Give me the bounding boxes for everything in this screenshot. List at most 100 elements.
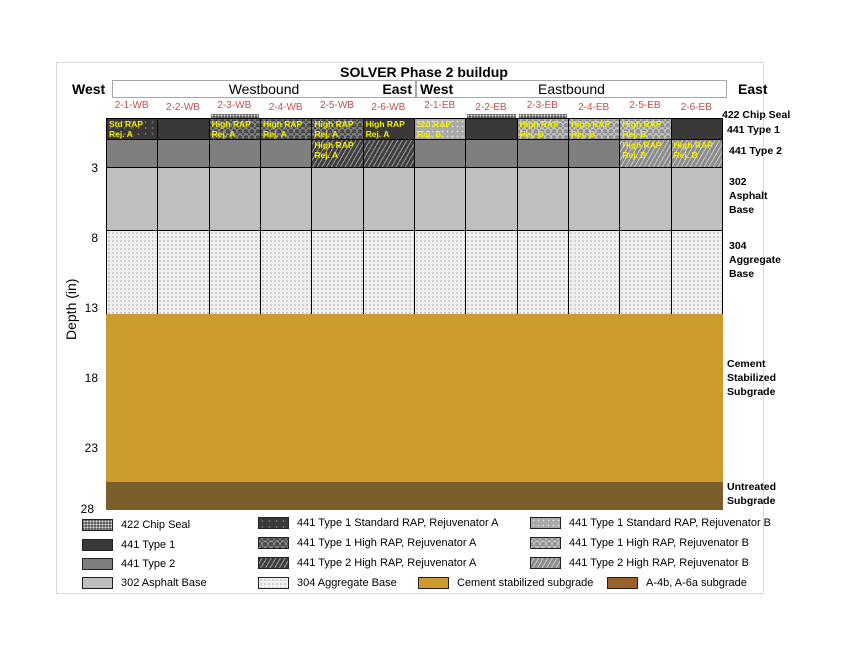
layer-304-aggregate-base-cell: [670, 230, 723, 315]
y-tick-label: 3: [91, 161, 98, 175]
layer-441-type2-cell: [414, 139, 467, 168]
annotation-line: Rej. A: [109, 129, 133, 139]
layer-untreated-subgrade: [106, 482, 723, 510]
legend-label: 422 Chip Seal: [121, 519, 191, 531]
legend-label: 441 Type 1 High RAP, Rejuvenator B: [569, 537, 749, 549]
westbound-box: Westbound East: [112, 80, 416, 98]
layer-304-aggregate-base-cell: [516, 230, 569, 315]
layer-302-asphalt-base-cell: [670, 167, 723, 231]
legend-swatch-cem: [418, 577, 449, 589]
y-tick-label: 8: [91, 231, 98, 245]
y-axis-label: Depth (in): [63, 278, 79, 340]
cell-annotation: High RAP Rej. B: [517, 119, 559, 139]
layer-304-aggregate-base-cell: [619, 230, 672, 315]
cell-annotation: Std RAP Rej. B: [414, 119, 451, 139]
legend-label: 441 Type 1 High RAP, Rejuvenator A: [297, 537, 477, 549]
legend-label: Cement stabilized subgrade: [457, 577, 594, 589]
cell-annotation: High RAP Rej. B: [671, 140, 713, 160]
annotation-line: Rej. A: [263, 129, 287, 139]
layer-441-type2-cell: [260, 139, 313, 168]
legend-swatch-a4b: [607, 577, 638, 589]
cell-annotation: High RAP Rej. B: [619, 140, 661, 160]
column-label: 2-5-EB: [629, 100, 661, 111]
layer-441-type1-cell: [670, 118, 723, 140]
annotation-line: Rej. A: [365, 129, 390, 139]
eastbound-label: Eastbound: [538, 81, 605, 97]
annotation-line: Rej. B: [417, 129, 442, 139]
column-label: 2-3-WB: [217, 100, 252, 111]
legend-swatch-t2-high-b: [530, 557, 561, 569]
layer-cement-stabilized-subgrade: [106, 314, 723, 482]
cell-annotation: High RAP Rej. B: [619, 119, 661, 139]
layer-302-asphalt-base-cell: [260, 167, 313, 231]
annotation-line: High RAP: [571, 119, 611, 129]
legend-label: 441 Type 2 High RAP, Rejuvenator B: [569, 557, 749, 569]
right-label-line: 302: [729, 176, 747, 188]
annotation-line: Rej. B: [571, 129, 596, 139]
right-label-chip-seal: 422 Chip Seal: [722, 109, 791, 121]
legend-label: 304 Aggregate Base: [297, 577, 397, 589]
legend-swatch-t2: [82, 558, 113, 570]
layer-304-aggregate-base-cell: [208, 230, 261, 315]
chip-seal-strip: [210, 114, 259, 118]
right-label-line: Subgrade: [727, 386, 776, 398]
annotation-line: High RAP: [263, 119, 303, 129]
y-tick-label: 13: [84, 301, 98, 315]
annotation-line: Rej. B: [519, 129, 544, 139]
column-label: 2-3-EB: [526, 100, 558, 111]
layer-302-asphalt-base-cell: [157, 167, 210, 231]
layer-304-aggregate-base-cell: [568, 230, 621, 315]
layer-302-asphalt-base-cell: [465, 167, 518, 231]
annotation-line: Rej. A: [314, 129, 339, 139]
layer-441-type2-cell: [106, 139, 159, 168]
cell-annotation: High RAP Rej. B: [568, 119, 610, 139]
layer-302-asphalt-base-cell: [311, 167, 364, 231]
legend-swatch-t2-high-a: [258, 557, 289, 569]
cell-annotation: High RAP Rej. A: [311, 119, 353, 139]
west-label: West: [72, 81, 106, 97]
column-label: 2-6-WB: [371, 102, 406, 113]
annotation-line: High RAP: [211, 119, 251, 129]
right-label-line: Base: [729, 268, 755, 280]
annotation-line: High RAP: [673, 140, 713, 150]
column-label: 2-1-WB: [114, 100, 149, 111]
chip-seal-strip: [518, 114, 567, 118]
annotation-line: High RAP: [314, 140, 354, 150]
right-label-cement-subgrade: Cement Stabilized Subgrade: [727, 357, 776, 399]
layer-304-aggregate-base-cell: [362, 230, 415, 315]
right-label-line: Untreated: [727, 481, 777, 493]
westbound-east-label: East: [382, 81, 412, 97]
legend-label: 302 Asphalt Base: [121, 577, 207, 589]
right-label-asphalt-base: 302 Asphalt Base: [729, 175, 768, 217]
eastbound-box: West Eastbound: [416, 80, 727, 98]
column-label: 2-4-EB: [578, 102, 610, 113]
annotation-line: Rej. A: [211, 129, 236, 139]
layer-441-type2-cell: [362, 139, 415, 168]
legend-label: A-4b, A-6a subgrade: [646, 577, 747, 589]
right-label-type2: 441 Type 2: [729, 145, 782, 157]
layer-441-type2-cell: [465, 139, 518, 168]
right-label-line: Asphalt: [729, 190, 768, 202]
layer-441-type2-cell: [568, 139, 621, 168]
legend-label: 441 Type 2 High RAP, Rejuvenator A: [297, 557, 477, 569]
layer-302-asphalt-base-cell: [619, 167, 672, 231]
annotation-line: High RAP: [314, 119, 354, 129]
legend-label: 441 Type 1 Standard RAP, Rejuvenator B: [569, 517, 772, 529]
layer-302-asphalt-base-cell: [568, 167, 621, 231]
column-label: 2-6-EB: [680, 102, 712, 113]
legend-label: 441 Type 1: [121, 539, 176, 551]
y-tick-label: 23: [84, 441, 98, 455]
legend-label: 441 Type 2: [121, 558, 176, 570]
right-label-line: 304: [729, 240, 747, 252]
legend-swatch-304: [258, 577, 289, 589]
right-label-line: Aggregate: [729, 254, 781, 266]
annotation-line: Rej. B: [622, 129, 647, 139]
layer-441-type2-cell: [208, 139, 261, 168]
right-label-type1: 441 Type 1: [727, 124, 780, 136]
layer-302-asphalt-base-cell: [106, 167, 159, 231]
annotation-line: High RAP: [365, 119, 405, 129]
layer-441-type1-cell: [157, 118, 210, 140]
right-label-line: Stabilized: [727, 372, 777, 384]
legend-swatch-chip: [82, 519, 113, 531]
legend-label: 441 Type 1 Standard RAP, Rejuvenator A: [297, 517, 499, 529]
